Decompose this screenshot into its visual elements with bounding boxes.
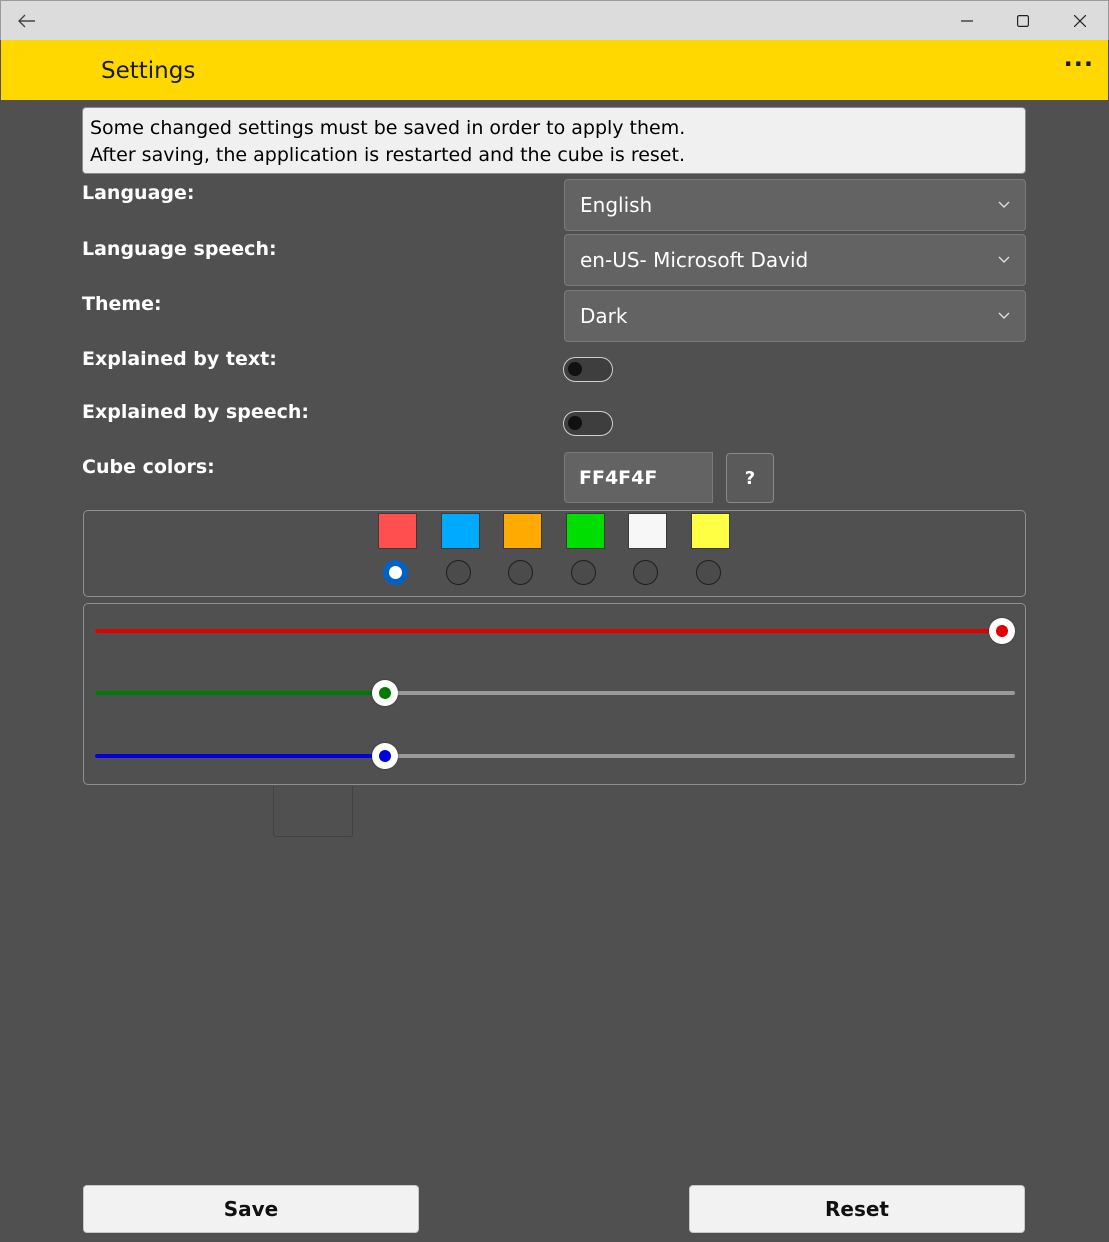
color-radio-button[interactable] bbox=[570, 560, 596, 585]
slider-fill bbox=[95, 629, 1002, 633]
window-titlebar bbox=[0, 0, 1109, 40]
thumb-dot bbox=[996, 625, 1008, 637]
red-slider[interactable] bbox=[95, 616, 1015, 646]
explained-by-text-label: Explained by text: bbox=[82, 348, 277, 370]
restart-notice: Some changed settings must be saved in o… bbox=[82, 107, 1026, 174]
theme-label: Theme: bbox=[82, 293, 162, 315]
explained-by-speech-label: Explained by speech: bbox=[82, 401, 309, 423]
theme-value: Dark bbox=[580, 304, 628, 328]
slider-thumb[interactable] bbox=[371, 680, 398, 706]
blue-slider[interactable] bbox=[95, 741, 1015, 771]
save-button[interactable]: Save bbox=[83, 1185, 419, 1233]
slider-thumb[interactable] bbox=[989, 618, 1015, 644]
minimize-button[interactable] bbox=[945, 1, 989, 41]
maximize-icon bbox=[1017, 15, 1029, 27]
theme-select[interactable]: Dark bbox=[564, 290, 1026, 342]
explained-by-speech-toggle[interactable] bbox=[563, 411, 613, 436]
language-value: English bbox=[580, 193, 653, 217]
cube-colors-label: Cube colors: bbox=[82, 456, 215, 478]
back-button[interactable] bbox=[9, 1, 45, 41]
chevron-down-icon bbox=[998, 312, 1010, 319]
maximize-button[interactable] bbox=[1001, 1, 1045, 41]
language-speech-select[interactable]: en-US- Microsoft David bbox=[564, 234, 1026, 286]
slider-fill bbox=[95, 691, 385, 695]
color-radio-button[interactable] bbox=[696, 560, 721, 585]
color-radio-button[interactable] bbox=[383, 560, 408, 585]
color-swatch[interactable] bbox=[565, 513, 605, 549]
slider-thumb[interactable] bbox=[371, 743, 398, 769]
color-swatch[interactable] bbox=[440, 513, 480, 549]
page-title: Settings bbox=[101, 58, 196, 84]
help-button[interactable]: ? bbox=[726, 453, 774, 503]
color-swatch[interactable] bbox=[503, 513, 543, 549]
color-radio-button[interactable] bbox=[445, 560, 471, 585]
cube-color-picker-panel bbox=[83, 510, 1026, 597]
green-slider[interactable] bbox=[95, 678, 1015, 708]
notice-line-2: After saving, the application is restart… bbox=[90, 144, 685, 166]
language-speech-label: Language speech: bbox=[82, 238, 277, 260]
slider-fill bbox=[95, 754, 385, 758]
minimize-icon bbox=[961, 20, 973, 22]
chevron-down-icon bbox=[998, 201, 1010, 208]
back-arrow-icon bbox=[18, 14, 35, 28]
close-button[interactable] bbox=[1058, 1, 1102, 41]
explained-by-text-toggle[interactable] bbox=[563, 357, 613, 382]
reset-button[interactable]: Reset bbox=[689, 1185, 1025, 1233]
language-speech-value: en-US- Microsoft David bbox=[580, 248, 809, 272]
chevron-down-icon bbox=[998, 256, 1010, 263]
color-swatch[interactable] bbox=[378, 513, 417, 549]
toggle-knob bbox=[568, 362, 582, 376]
thumb-dot bbox=[378, 687, 391, 699]
color-swatch[interactable] bbox=[628, 513, 668, 549]
color-preview-box bbox=[273, 786, 353, 837]
thumb-dot bbox=[378, 750, 391, 762]
language-select[interactable]: English bbox=[564, 179, 1026, 231]
language-label: Language: bbox=[82, 182, 195, 204]
hex-color-input[interactable]: FF4F4F bbox=[564, 452, 713, 503]
more-options-icon[interactable]: ··· bbox=[1064, 50, 1094, 78]
close-icon bbox=[1074, 15, 1086, 27]
color-swatch[interactable] bbox=[691, 513, 730, 549]
app-header: Settings ··· bbox=[1, 40, 1108, 100]
toggle-knob bbox=[568, 416, 582, 430]
notice-line-1: Some changed settings must be saved in o… bbox=[90, 117, 686, 139]
